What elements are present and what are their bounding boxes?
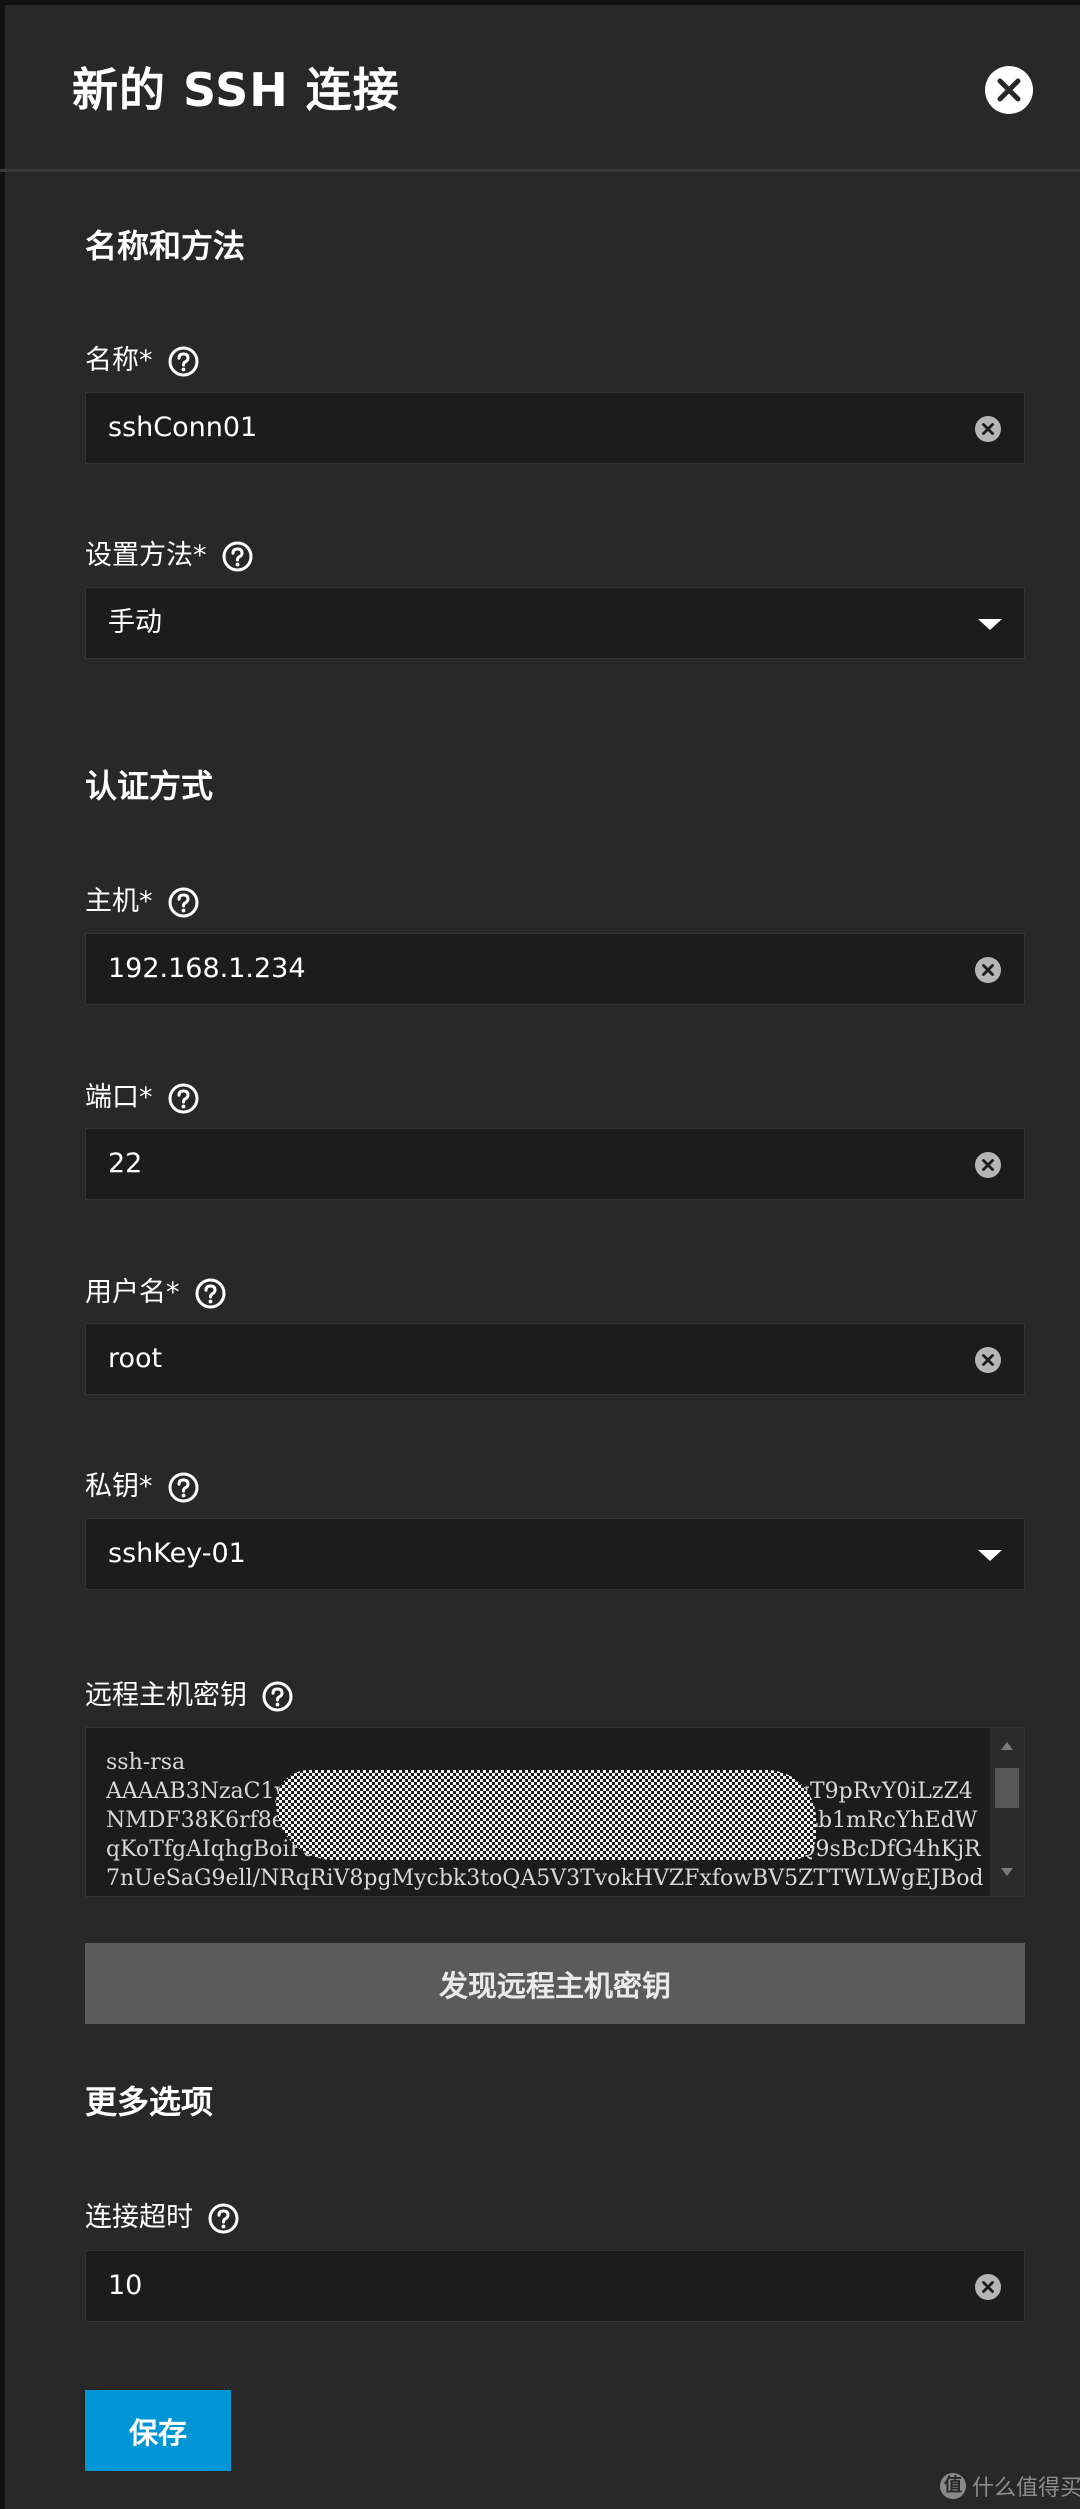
close-icon <box>997 78 1021 102</box>
name-label-text: 名称* <box>85 345 153 376</box>
dialog-title: 新的 SSH 连接 <box>72 63 400 117</box>
username-input[interactable]: root <box>85 1323 1025 1395</box>
scroll-down-arrow-icon[interactable] <box>990 1858 1024 1886</box>
connect-timeout-label-text: 连接超时 <box>85 2202 193 2233</box>
setup-method-value: 手动 <box>108 607 162 638</box>
watermark-logo-icon: 值 <box>940 2473 966 2499</box>
private-key-label-text: 私钥* <box>85 1471 153 1502</box>
close-button[interactable] <box>985 66 1033 114</box>
port-input[interactable]: 22 <box>85 1128 1025 1200</box>
clear-icon[interactable] <box>974 415 1002 443</box>
setup-method-field-label: 设置方法* <box>85 534 254 578</box>
clear-icon[interactable] <box>974 2273 1002 2301</box>
section-title-name-method: 名称和方法 <box>85 227 246 265</box>
redaction-overlay <box>276 1770 816 1860</box>
help-icon[interactable] <box>167 886 200 919</box>
discover-remote-host-key-button[interactable]: 发现远程主机密钥 <box>85 1943 1025 2024</box>
window-frame-left <box>0 0 5 2509</box>
section-title-auth: 认证方式 <box>85 767 214 805</box>
help-icon[interactable] <box>194 1277 227 1310</box>
name-input-value: sshConn01 <box>108 412 258 443</box>
host-input-value: 192.168.1.234 <box>108 953 306 984</box>
port-label-text: 端口* <box>85 1082 153 1113</box>
scroll-thumb[interactable] <box>995 1768 1019 1808</box>
private-key-value: sshKey-01 <box>108 1538 246 1569</box>
username-label-text: 用户名* <box>85 1277 180 1308</box>
watermark-text: 什么值得买 <box>972 2476 1080 2501</box>
scroll-up-arrow-icon[interactable] <box>990 1732 1024 1760</box>
help-icon[interactable] <box>261 1680 294 1713</box>
textarea-scrollbar[interactable] <box>990 1728 1024 1896</box>
chevron-down-icon[interactable] <box>978 614 1002 634</box>
connect-timeout-input-value: 10 <box>108 2270 143 2301</box>
dialog-header: 新的 SSH 连接 <box>0 0 1080 172</box>
private-key-select[interactable]: sshKey-01 <box>85 1518 1025 1590</box>
connect-timeout-input[interactable]: 10 <box>85 2250 1025 2322</box>
chevron-down-icon[interactable] <box>978 1545 1002 1565</box>
remote-host-key-field-label: 远程主机密钥 <box>85 1674 294 1718</box>
remote-host-key-label-text: 远程主机密钥 <box>85 1680 247 1711</box>
help-icon[interactable] <box>167 1082 200 1115</box>
name-field-label: 名称* <box>85 339 200 383</box>
username-field-label: 用户名* <box>85 1271 227 1315</box>
setup-method-select[interactable]: 手动 <box>85 587 1025 659</box>
help-icon[interactable] <box>221 540 254 573</box>
remote-host-key-textarea[interactable]: ssh-rsa AAAAB3NzaC1yc2EAAAADAQABAAABgQCm… <box>85 1727 1025 1897</box>
clear-icon[interactable] <box>974 956 1002 984</box>
clear-icon[interactable] <box>974 1151 1002 1179</box>
host-label-text: 主机* <box>85 886 153 917</box>
setup-method-label-text: 设置方法* <box>85 540 207 571</box>
clear-icon[interactable] <box>974 1346 1002 1374</box>
save-button[interactable]: 保存 <box>85 2390 231 2471</box>
connect-timeout-field-label: 连接超时 <box>85 2196 240 2240</box>
private-key-field-label: 私钥* <box>85 1465 200 1509</box>
watermark: 值 什么值得买 <box>940 2470 1080 2502</box>
section-title-more-options: 更多选项 <box>85 2083 214 2121</box>
username-input-value: root <box>108 1343 163 1374</box>
name-input[interactable]: sshConn01 <box>85 392 1025 464</box>
help-icon[interactable] <box>167 345 200 378</box>
port-input-value: 22 <box>108 1148 143 1179</box>
host-input[interactable]: 192.168.1.234 <box>85 933 1025 1005</box>
help-icon[interactable] <box>207 2202 240 2235</box>
port-field-label: 端口* <box>85 1076 200 1120</box>
help-icon[interactable] <box>167 1471 200 1504</box>
host-field-label: 主机* <box>85 880 200 924</box>
